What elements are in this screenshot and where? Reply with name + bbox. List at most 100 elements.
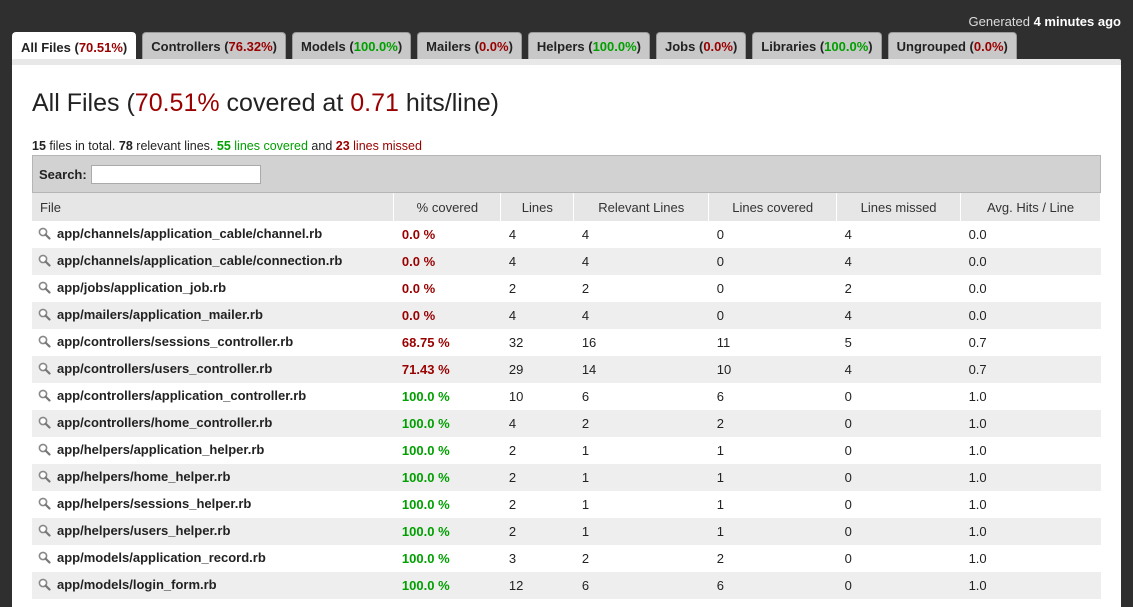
avg-hits-cell: 1.0 <box>968 551 987 566</box>
file-link[interactable]: app/jobs/application_job.rb <box>57 280 226 295</box>
lines-missed-cell: 0 <box>836 518 961 545</box>
lines-covered-cell: 1 <box>716 497 724 512</box>
pct-covered-cell: 100.0 % <box>401 443 450 458</box>
summary-relevant-text: relevant lines. <box>136 139 214 153</box>
relevant-lines-cell: 4 <box>581 227 590 242</box>
lines-cell: 2 <box>500 518 574 545</box>
magnifier-icon[interactable] <box>38 578 51 594</box>
tab-label: Helpers <box>536 38 585 54</box>
magnifier-icon[interactable] <box>38 470 51 486</box>
magnifier-icon[interactable] <box>38 227 51 243</box>
lines-cell: 4 <box>500 410 574 437</box>
tab-coverage-pct: 0.0% <box>478 38 509 54</box>
tab-controllers[interactable]: Controllers (76.32%) <box>142 32 286 59</box>
file-cell: app/channels/application_cable/connectio… <box>32 248 394 275</box>
tab-label: Jobs <box>665 38 696 54</box>
avg-hits-cell: 1.0 <box>968 389 987 404</box>
pct-covered-cell: 100.0 % <box>401 497 450 512</box>
table-row: app/channels/application_cable/channel.r… <box>32 221 1101 248</box>
table-row: app/models/login_form.rb 100.0 % 12 6 6 0 1.0 <box>32 572 1101 599</box>
file-link[interactable]: app/controllers/application_controller.r… <box>57 388 306 403</box>
avg-hits-cell: 0.0 <box>960 248 1101 275</box>
relevant-lines-cell: 4 <box>573 302 709 329</box>
pct-covered-cell: 100.0 % <box>401 551 450 566</box>
magnifier-icon[interactable] <box>38 335 51 351</box>
table-row: app/helpers/users_helper.rb 100.0 % 2 1 1 0 1.… <box>32 518 1101 545</box>
file-link[interactable]: app/helpers/users_helper.rb <box>57 523 230 538</box>
tab-models[interactable]: Models (100.0%) <box>291 32 412 59</box>
tab-libraries[interactable]: Libraries (100.0%) <box>752 32 882 59</box>
col-header-lines[interactable]: Lines <box>500 193 575 221</box>
col-header-relevant-lines[interactable]: Relevant Lines <box>573 193 710 221</box>
file-link[interactable]: app/mailers/application_mailer.rb <box>57 307 263 322</box>
lines-cell: 29 <box>500 356 574 383</box>
search-bar: Search: <box>32 155 1101 193</box>
tab-mailers[interactable]: Mailers (0.0%) <box>417 32 522 59</box>
col-header-lines-missed[interactable]: Lines missed <box>836 193 962 221</box>
tab-ungrouped[interactable]: Ungrouped (0.0%) <box>887 32 1017 59</box>
file-cell: app/mailers/application_mailer.rb <box>32 302 394 329</box>
col-header-file[interactable]: File <box>32 193 395 221</box>
avg-hits-cell: 1.0 <box>960 410 1101 437</box>
search-input[interactable] <box>90 164 261 184</box>
tab-all-files[interactable]: All Files (70.51%) <box>12 32 137 61</box>
file-link[interactable]: app/channels/application_cable/connectio… <box>57 253 342 268</box>
file-link[interactable]: app/helpers/home_helper.rb <box>57 469 230 484</box>
magnifier-icon[interactable] <box>38 416 51 432</box>
file-link[interactable]: app/helpers/sessions_helper.rb <box>57 496 251 511</box>
tab-jobs[interactable]: Jobs (0.0%) <box>656 32 747 59</box>
file-link[interactable]: app/models/login_form.rb <box>57 577 217 592</box>
relevant-lines-cell: 1 <box>581 497 590 512</box>
summary-missed-text: lines missed <box>353 139 422 153</box>
lines-cell: 2 <box>508 281 517 296</box>
file-link[interactable]: app/controllers/home_controller.rb <box>57 415 272 430</box>
lines-covered-cell: 2 <box>716 551 724 566</box>
group-tabs: All Files (70.51%) Controllers (76.32%) Mo… <box>12 32 1017 61</box>
coverage-summary: 15 files in total. 78 relevant lines. 55… <box>32 139 422 153</box>
magnifier-icon[interactable] <box>38 551 51 567</box>
lines-missed-cell: 0 <box>844 551 852 566</box>
lines-covered-cell: 2 <box>708 410 837 437</box>
table-row: app/controllers/sessions_controller.rb 68… <box>32 329 1101 356</box>
lines-covered-cell: 1 <box>708 518 837 545</box>
title-hits-value: 0.71 <box>350 89 399 117</box>
avg-hits-cell: 1.0 <box>960 572 1101 599</box>
table-row: app/controllers/application_controller.r… <box>32 383 1101 410</box>
tab-coverage-pct: 100.0% <box>592 38 637 54</box>
file-cell: app/models/login_form.rb <box>32 572 394 599</box>
col-header-avg-hits[interactable]: Avg. Hits / Line <box>960 193 1101 221</box>
lines-covered-cell: 6 <box>708 572 837 599</box>
magnifier-icon[interactable] <box>38 524 51 540</box>
magnifier-icon[interactable] <box>38 497 51 513</box>
file-link[interactable]: app/channels/application_cable/channel.r… <box>57 226 322 241</box>
lines-covered-cell: 0 <box>716 227 724 242</box>
col-header-lines-covered[interactable]: Lines covered <box>708 193 838 221</box>
pct-covered-cell: 68.75 % <box>401 335 450 350</box>
magnifier-icon[interactable] <box>38 281 51 297</box>
col-header-pct-covered[interactable]: % covered <box>393 193 502 221</box>
table-row: app/controllers/users_controller.rb 71.43… <box>32 356 1101 383</box>
lines-cell: 32 <box>508 335 524 350</box>
pct-covered-cell: 100.0 % <box>393 410 501 437</box>
title-group-name: All Files <box>32 89 120 117</box>
summary-covered-text: lines covered <box>234 139 308 153</box>
lines-cell: 2 <box>500 464 574 491</box>
generated-prefix: Generated <box>968 14 1030 29</box>
tab-helpers[interactable]: Helpers (100.0%) <box>527 32 651 59</box>
file-link[interactable]: app/controllers/sessions_controller.rb <box>57 334 293 349</box>
file-link[interactable]: app/helpers/application_helper.rb <box>57 442 264 457</box>
file-cell: app/controllers/sessions_controller.rb <box>32 329 394 356</box>
file-cell: app/helpers/users_helper.rb <box>32 518 394 545</box>
magnifier-icon[interactable] <box>38 254 51 270</box>
lines-missed-cell: 4 <box>836 302 961 329</box>
magnifier-icon[interactable] <box>38 362 51 378</box>
file-link[interactable]: app/models/application_record.rb <box>57 550 266 565</box>
file-link[interactable]: app/controllers/users_controller.rb <box>57 361 272 376</box>
tab-coverage-pct: 76.32% <box>228 38 273 54</box>
tab-label: Ungrouped <box>896 38 966 54</box>
magnifier-icon[interactable] <box>38 389 51 405</box>
lines-missed-cell: 4 <box>844 227 852 242</box>
magnifier-icon[interactable] <box>38 308 51 324</box>
magnifier-icon[interactable] <box>38 443 51 459</box>
pct-covered-cell: 0.0 % <box>401 227 436 242</box>
